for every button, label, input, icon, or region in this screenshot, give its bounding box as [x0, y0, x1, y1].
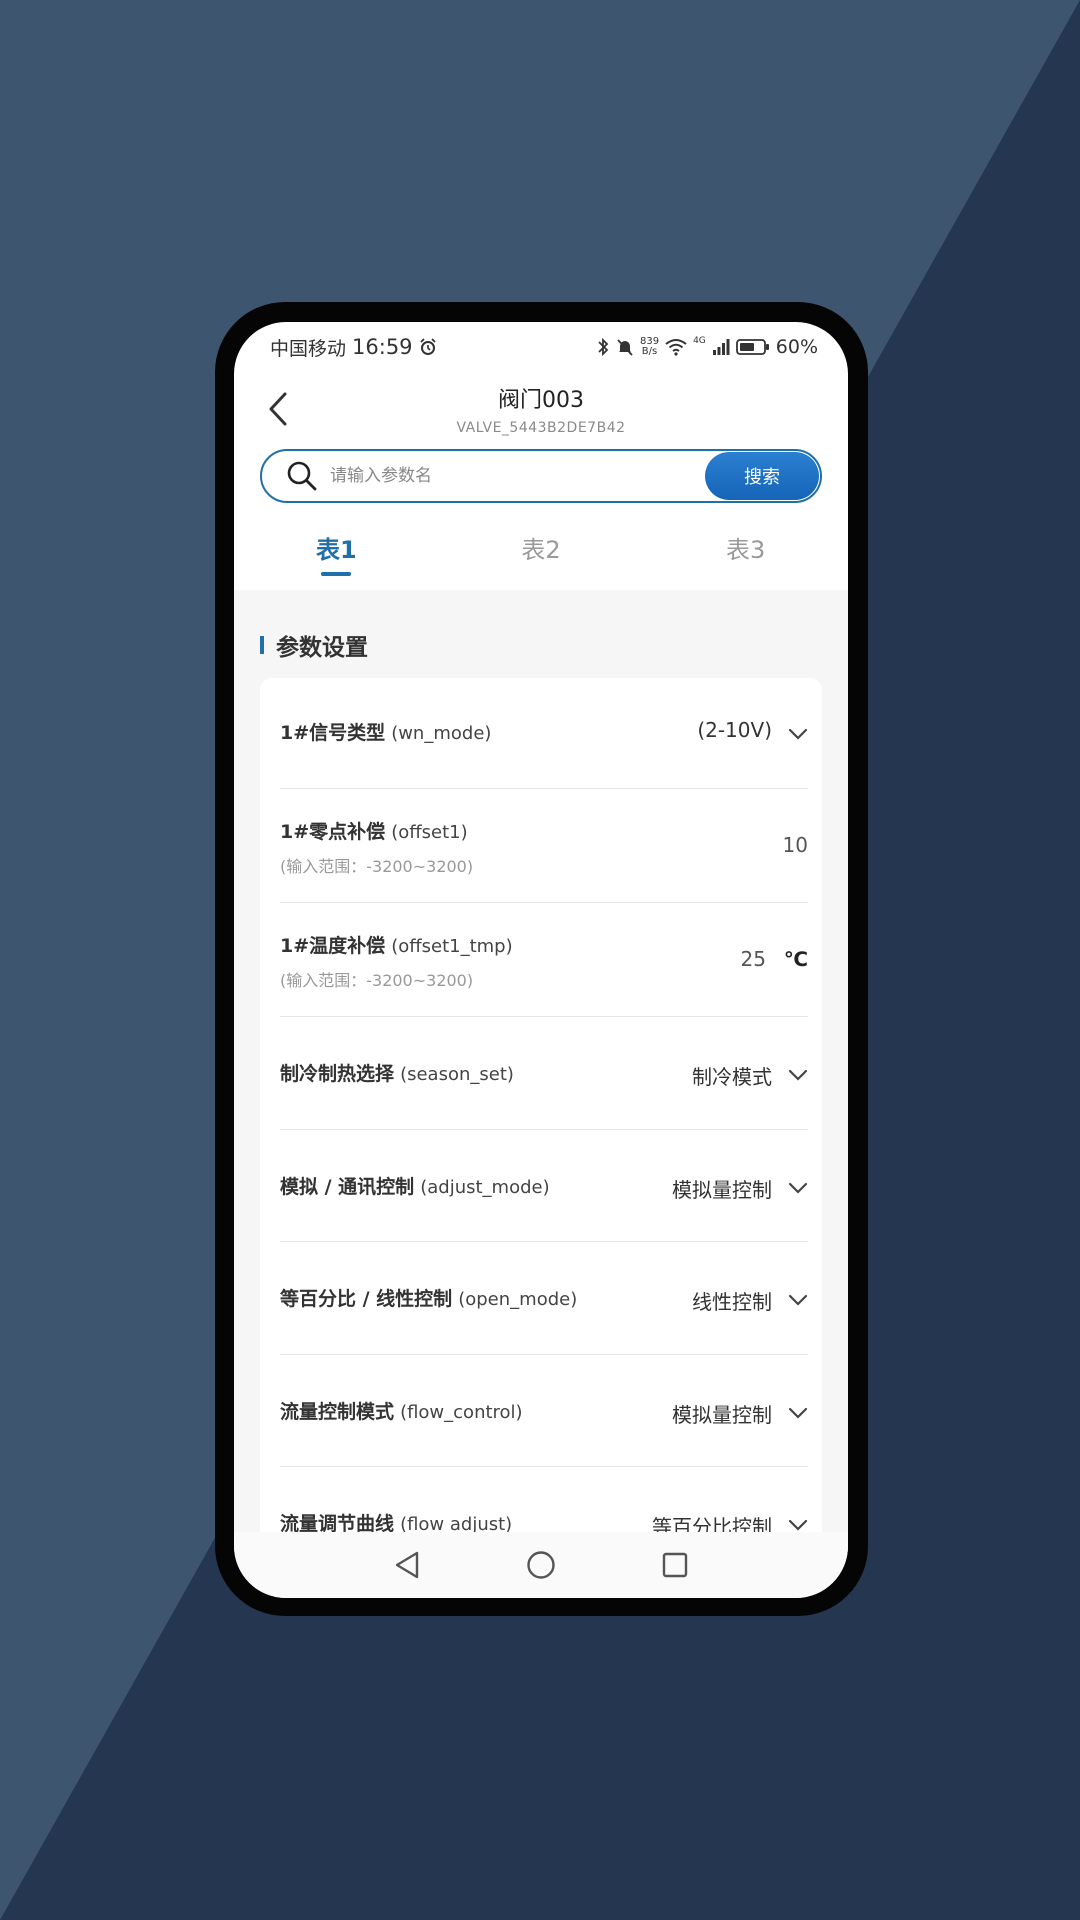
mute-bell-icon: [617, 339, 633, 356]
section-accent-bar: [260, 636, 264, 654]
param-code: (flow_control): [400, 1402, 523, 1423]
chevron-down-icon[interactable]: [788, 728, 808, 740]
param-value-select[interactable]: 模拟量控制: [672, 1399, 772, 1428]
param-name: 流量控制模式: [280, 1401, 395, 1423]
battery-percent: 60%: [775, 336, 818, 358]
param-name: 等百分比 / 线性控制: [280, 1288, 453, 1310]
device-id: VALVE_5443B2DE7B42: [456, 420, 626, 436]
status-time: 16:59: [352, 335, 413, 359]
param-value-select[interactable]: 等百分比控制: [652, 1511, 772, 1532]
param-value-select[interactable]: (2-10V): [697, 718, 772, 742]
bluetooth-icon: [598, 337, 609, 357]
param-row[interactable]: 1#信号类型 (wn_mode) (2-10V): [280, 678, 808, 789]
battery-icon: [735, 339, 769, 355]
param-row[interactable]: 模拟 / 通讯控制 (adjust_mode) 模拟量控制: [280, 1130, 808, 1242]
system-nav-bar: [234, 1532, 848, 1598]
content-area: 参数设置 1#信号类型 (wn_mode) (2-10V) 1#零点补偿 (of…: [234, 590, 848, 1532]
chevron-down-icon[interactable]: [788, 1182, 808, 1194]
param-code: (offset1): [391, 822, 468, 843]
search-input[interactable]: [330, 466, 705, 486]
param-value-select[interactable]: 制冷模式: [692, 1061, 772, 1090]
nav-back-button[interactable]: [390, 1548, 424, 1582]
param-hint: (输入范围：-3200~3200): [280, 857, 474, 876]
section-header: 参数设置: [260, 628, 368, 662]
chevron-down-icon[interactable]: [788, 1294, 808, 1306]
tab-table-3[interactable]: 表3: [643, 520, 848, 580]
nav-recent-button[interactable]: [658, 1548, 692, 1582]
alarm-icon: [419, 338, 436, 355]
param-hint: (输入范围：-3200~3200): [280, 971, 474, 990]
param-code: (wn_mode): [391, 723, 492, 744]
net-type: 4G: [693, 336, 706, 346]
param-name: 流量调节曲线: [280, 1513, 395, 1532]
back-button[interactable]: [258, 387, 298, 431]
param-row: 1#温度补偿 (offset1_tmp) (输入范围：-3200~3200) 2…: [280, 903, 808, 1017]
carrier-label: 中国移动: [270, 337, 347, 360]
chevron-down-icon[interactable]: [788, 1407, 808, 1419]
status-bar: 中国移动 16:59 839 B/s 4G 60%: [234, 322, 848, 372]
chevron-down-icon[interactable]: [788, 1519, 808, 1531]
param-name: 1#零点补偿: [280, 821, 386, 843]
nav-home-button[interactable]: [524, 1548, 558, 1582]
section-title: 参数设置: [276, 635, 368, 661]
param-code: (flow adjust): [400, 1514, 513, 1532]
net-speed: 839 B/s: [639, 336, 660, 357]
param-row[interactable]: 流量调节曲线 (flow adjust) 等百分比控制: [280, 1467, 808, 1532]
signal-icon: [712, 339, 730, 355]
param-code: (open_mode): [458, 1289, 578, 1310]
param-name: 模拟 / 通讯控制: [280, 1176, 415, 1198]
param-value-select[interactable]: 模拟量控制: [672, 1174, 772, 1203]
param-name: 制冷制热选择: [280, 1063, 395, 1085]
param-row[interactable]: 流量控制模式 (flow_control) 模拟量控制: [280, 1355, 808, 1467]
param-value-input[interactable]: 10: [783, 833, 808, 857]
param-code: (season_set): [400, 1064, 514, 1085]
param-code: (adjust_mode): [420, 1177, 550, 1198]
chevron-down-icon[interactable]: [788, 1069, 808, 1081]
tab-bar: 表1 表2 表3: [234, 520, 848, 580]
param-name: 1#温度补偿: [280, 935, 386, 957]
param-unit: ℃: [783, 947, 808, 971]
phone-screen: 中国移动 16:59 839 B/s 4G 60% 阀门003 VALVE_54…: [234, 322, 848, 1598]
circle-home-icon: [527, 1551, 555, 1579]
wifi-icon: [665, 339, 687, 356]
header: 阀门003 VALVE_5443B2DE7B42: [234, 377, 848, 447]
param-row[interactable]: 等百分比 / 线性控制 (open_mode) 线性控制: [280, 1242, 808, 1355]
param-value-input[interactable]: 25: [741, 947, 766, 971]
param-value-select[interactable]: 线性控制: [692, 1286, 772, 1315]
triangle-back-icon: [395, 1551, 419, 1579]
tab-table-1[interactable]: 表1: [234, 520, 439, 580]
param-row: 1#零点补偿 (offset1) (输入范围：-3200~3200) 10: [280, 789, 808, 903]
params-card: 1#信号类型 (wn_mode) (2-10V) 1#零点补偿 (offset1…: [260, 678, 822, 1532]
search-icon: [287, 461, 317, 491]
square-recent-icon: [662, 1552, 688, 1578]
param-name: 1#信号类型: [280, 722, 386, 744]
page-title: 阀门003: [498, 388, 584, 413]
search-bar: 搜索: [260, 449, 822, 503]
chevron-left-icon: [269, 392, 287, 426]
tab-table-2[interactable]: 表2: [439, 520, 644, 580]
param-row[interactable]: 制冷制热选择 (season_set) 制冷模式: [280, 1017, 808, 1130]
search-button[interactable]: 搜索: [705, 452, 819, 500]
param-code: (offset1_tmp): [391, 936, 513, 957]
